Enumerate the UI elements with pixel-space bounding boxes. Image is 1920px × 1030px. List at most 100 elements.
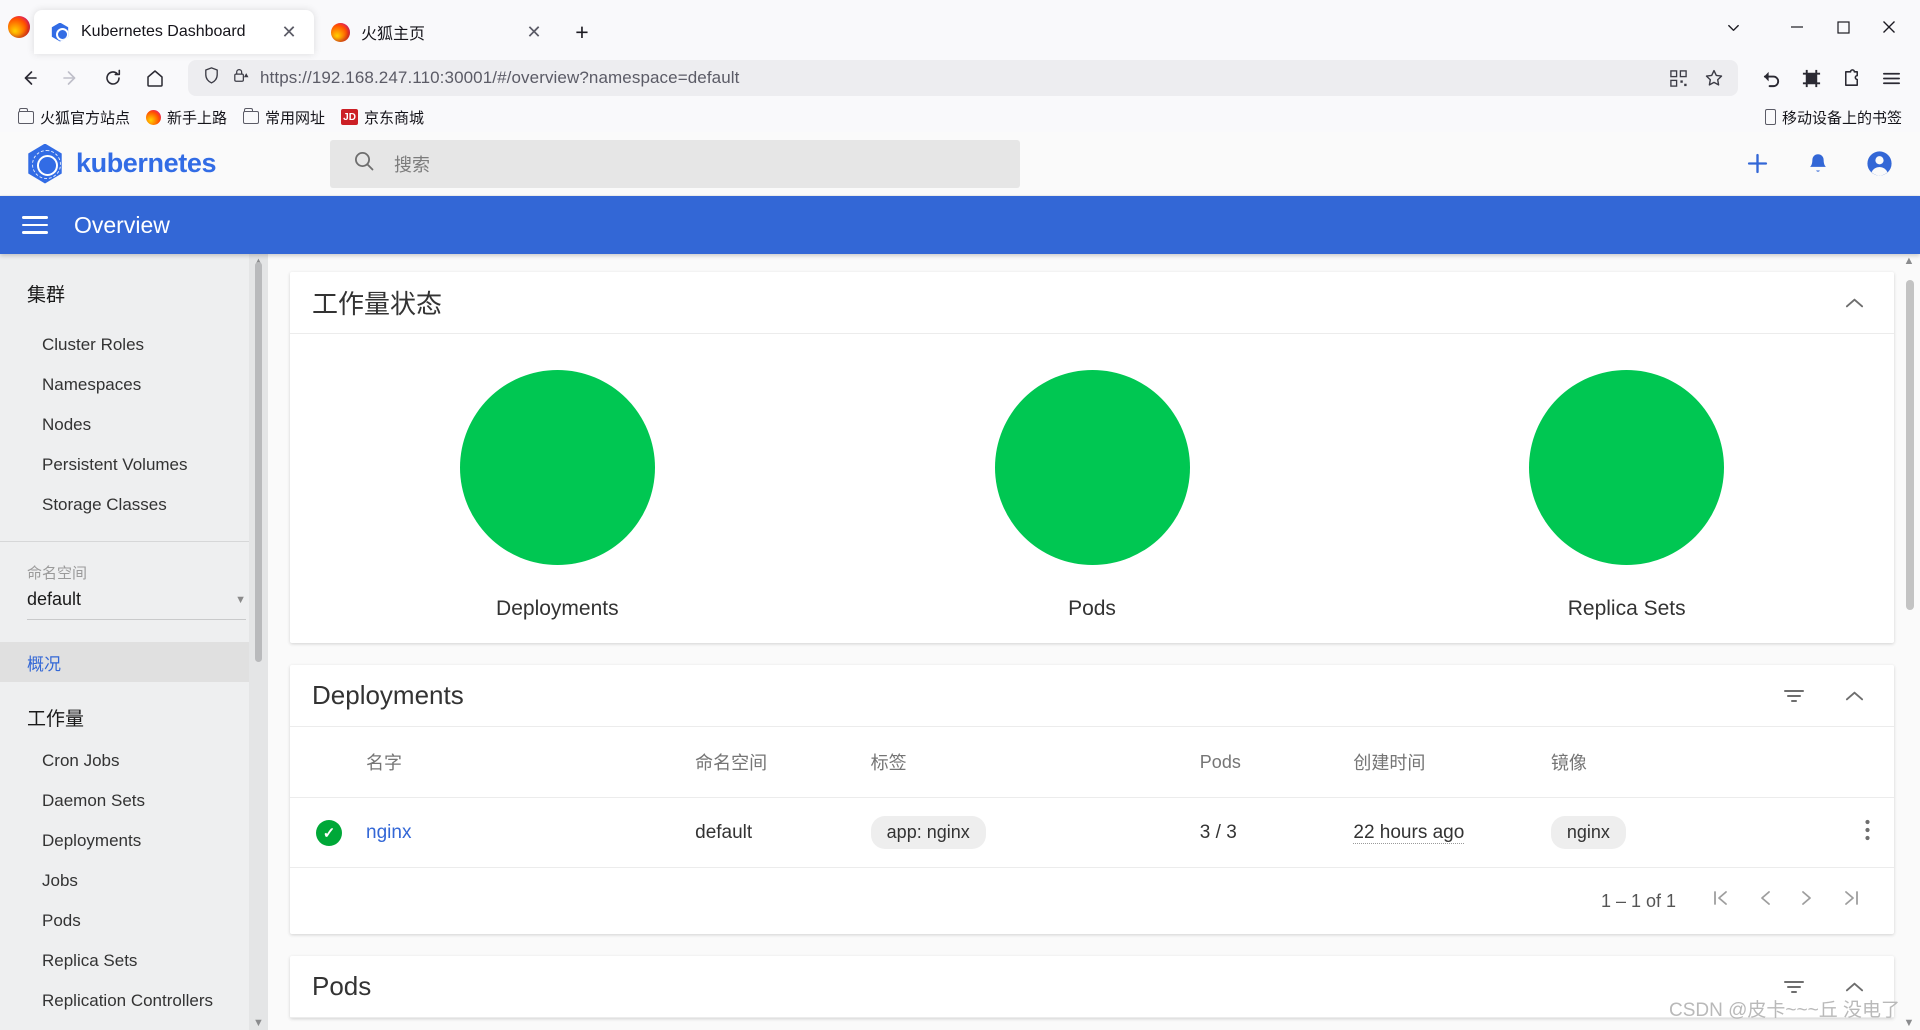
hamburger-menu-icon[interactable]	[22, 216, 48, 234]
page-titlebar: Overview	[0, 196, 1920, 254]
search-input[interactable]: 搜索	[330, 139, 1020, 188]
row-status: ✓	[290, 797, 359, 868]
kebab-menu-icon[interactable]	[1865, 819, 1870, 846]
bookmark-item[interactable]: 新手上路	[138, 104, 235, 131]
account-circle-icon[interactable]	[1865, 149, 1894, 178]
sidebar-item-replication-controllers[interactable]: Replication Controllers	[0, 981, 268, 1021]
scroll-up-icon[interactable]: ▲	[1902, 254, 1916, 268]
main-scrollbar[interactable]: ▲ ▼	[1902, 254, 1916, 1030]
sidebar-item-daemon-sets[interactable]: Daemon Sets	[0, 781, 268, 821]
scroll-down-icon[interactable]: ▼	[251, 1015, 266, 1030]
add-icon[interactable]	[1744, 150, 1771, 177]
table-row[interactable]: ✓ nginx default app: nginx 3 / 3 22 hour…	[290, 797, 1894, 868]
status-graph-pods: Pods	[825, 370, 1360, 621]
app-menu-icon[interactable]	[1872, 59, 1910, 97]
qr-code-icon[interactable]	[1662, 62, 1694, 94]
scroll-down-icon[interactable]: ▼	[1902, 1016, 1916, 1030]
sidebar-scroll-thumb[interactable]	[255, 262, 262, 662]
maximize-icon[interactable]	[1820, 4, 1866, 50]
chevron-down-icon: ▼	[235, 593, 246, 606]
address-bar[interactable]: https://192.168.247.110:30001/#/overview…	[188, 60, 1738, 96]
column-header-labels: 标签	[862, 727, 1192, 798]
reload-icon[interactable]	[94, 59, 132, 97]
sidebar-item-cluster-roles[interactable]: Cluster Roles	[0, 325, 268, 365]
home-icon[interactable]	[136, 59, 174, 97]
deployment-link[interactable]: nginx	[366, 822, 411, 843]
folder-icon	[243, 107, 260, 124]
sidebar-item-deployments[interactable]: Deployments	[0, 821, 268, 861]
sidebar-item-nodes[interactable]: Nodes	[0, 405, 268, 445]
bookmark-star-icon[interactable]	[1698, 62, 1730, 94]
chevron-up-icon[interactable]	[1845, 981, 1864, 993]
sidebar-item-pods[interactable]: Pods	[0, 901, 268, 941]
sidebar-item-label: Replica Sets	[42, 951, 138, 970]
sidebar: 集群 Cluster Roles Namespaces Nodes Persis…	[0, 254, 268, 1030]
sidebar-item-label: Persistent Volumes	[42, 455, 188, 474]
close-icon[interactable]: ✕	[276, 19, 302, 45]
sidebar-item-label: Nodes	[42, 415, 92, 434]
bookmark-item[interactable]: JD 京东商城	[333, 104, 432, 131]
column-header-pods: Pods	[1191, 727, 1346, 798]
namespace-select[interactable]: default ▼	[27, 589, 246, 620]
bookmark-label: 火狐官方站点	[40, 109, 131, 127]
previous-page-icon[interactable]	[1758, 888, 1772, 914]
filter-icon[interactable]	[1783, 687, 1805, 705]
sidebar-item-label: Cluster Roles	[42, 335, 145, 354]
sidebar-item-persistent-volumes[interactable]: Persistent Volumes	[0, 445, 268, 485]
list-all-tabs-icon[interactable]	[1710, 4, 1756, 50]
sidebar-item-label: Storage Classes	[42, 495, 167, 514]
sidebar-item-jobs[interactable]: Jobs	[0, 861, 268, 901]
row-created: 22 hours ago	[1345, 797, 1543, 868]
navigation-toolbar: https://192.168.247.110:30001/#/overview…	[0, 54, 1920, 102]
tab-strip: Kubernetes Dashboard ✕ 火狐主页 ✕ +	[0, 0, 1920, 54]
filter-icon[interactable]	[1783, 978, 1805, 996]
first-page-icon[interactable]	[1712, 888, 1730, 914]
extensions-puzzle-icon[interactable]	[1832, 59, 1870, 97]
chevron-up-icon[interactable]	[1845, 690, 1864, 702]
screenshot-crop-icon[interactable]	[1792, 59, 1830, 97]
donut-chart	[1529, 370, 1725, 565]
page-title: Overview	[74, 211, 170, 238]
created-timestamp: 22 hours ago	[1353, 821, 1465, 844]
row-namespace: default	[687, 797, 863, 868]
close-icon[interactable]: ✕	[521, 19, 547, 45]
sidebar-item-label: Cron Jobs	[42, 751, 120, 770]
browser-tab-kubernetes-dashboard[interactable]: Kubernetes Dashboard ✕	[34, 10, 314, 54]
browser-tab-firefox-home[interactable]: 火狐主页 ✕	[314, 10, 559, 54]
chevron-up-icon[interactable]	[1845, 297, 1864, 309]
deployments-table: 名字 命名空间 标签 Pods 创建时间 镜像 ✓ nginx default …	[290, 727, 1894, 868]
sidebar-item-namespaces[interactable]: Namespaces	[0, 365, 268, 405]
bookmark-item[interactable]: 常用网址	[235, 104, 333, 131]
sidebar-section-cluster: 集群	[27, 285, 66, 306]
column-header-status	[290, 727, 359, 798]
sidebar-item-overview[interactable]: 概况	[0, 642, 268, 682]
minimize-icon[interactable]	[1774, 4, 1820, 50]
label-chip: app: nginx	[870, 816, 986, 849]
bookmark-item[interactable]: 火狐官方站点	[10, 104, 138, 131]
dashboard-topbar: kubernetes 搜索	[0, 132, 1920, 196]
tab-title: 火狐主页	[361, 26, 426, 43]
main-scroll-thumb[interactable]	[1906, 280, 1914, 610]
window-controls	[1710, 0, 1912, 54]
firefox-icon	[146, 109, 162, 125]
back-icon[interactable]	[10, 59, 48, 97]
close-window-icon[interactable]	[1866, 4, 1912, 50]
sidebar-item-replica-sets[interactable]: Replica Sets	[0, 941, 268, 981]
row-pods: 3 / 3	[1191, 797, 1346, 868]
tracking-protection-icon[interactable]	[202, 66, 221, 90]
forward-icon[interactable]	[52, 59, 90, 97]
sidebar-item-storage-classes[interactable]: Storage Classes	[0, 485, 268, 525]
lock-warning-icon[interactable]	[231, 66, 250, 90]
status-graph-replica-sets: Replica Sets	[1359, 370, 1894, 621]
undo-icon[interactable]	[1752, 59, 1790, 97]
new-tab-button[interactable]: +	[565, 15, 599, 49]
address-bar-actions	[1662, 62, 1730, 94]
next-page-icon[interactable]	[1800, 888, 1814, 914]
sidebar-item-cron-jobs[interactable]: Cron Jobs	[0, 741, 268, 781]
card-title: Pods	[312, 971, 372, 1001]
last-page-icon[interactable]	[1842, 888, 1860, 914]
mobile-bookmarks-item[interactable]: 移动设备上的书签	[1757, 104, 1910, 131]
bell-icon[interactable]	[1805, 151, 1831, 177]
kubernetes-logo[interactable]: kubernetes	[26, 143, 294, 184]
sidebar-section-workloads: 工作量	[27, 709, 85, 730]
